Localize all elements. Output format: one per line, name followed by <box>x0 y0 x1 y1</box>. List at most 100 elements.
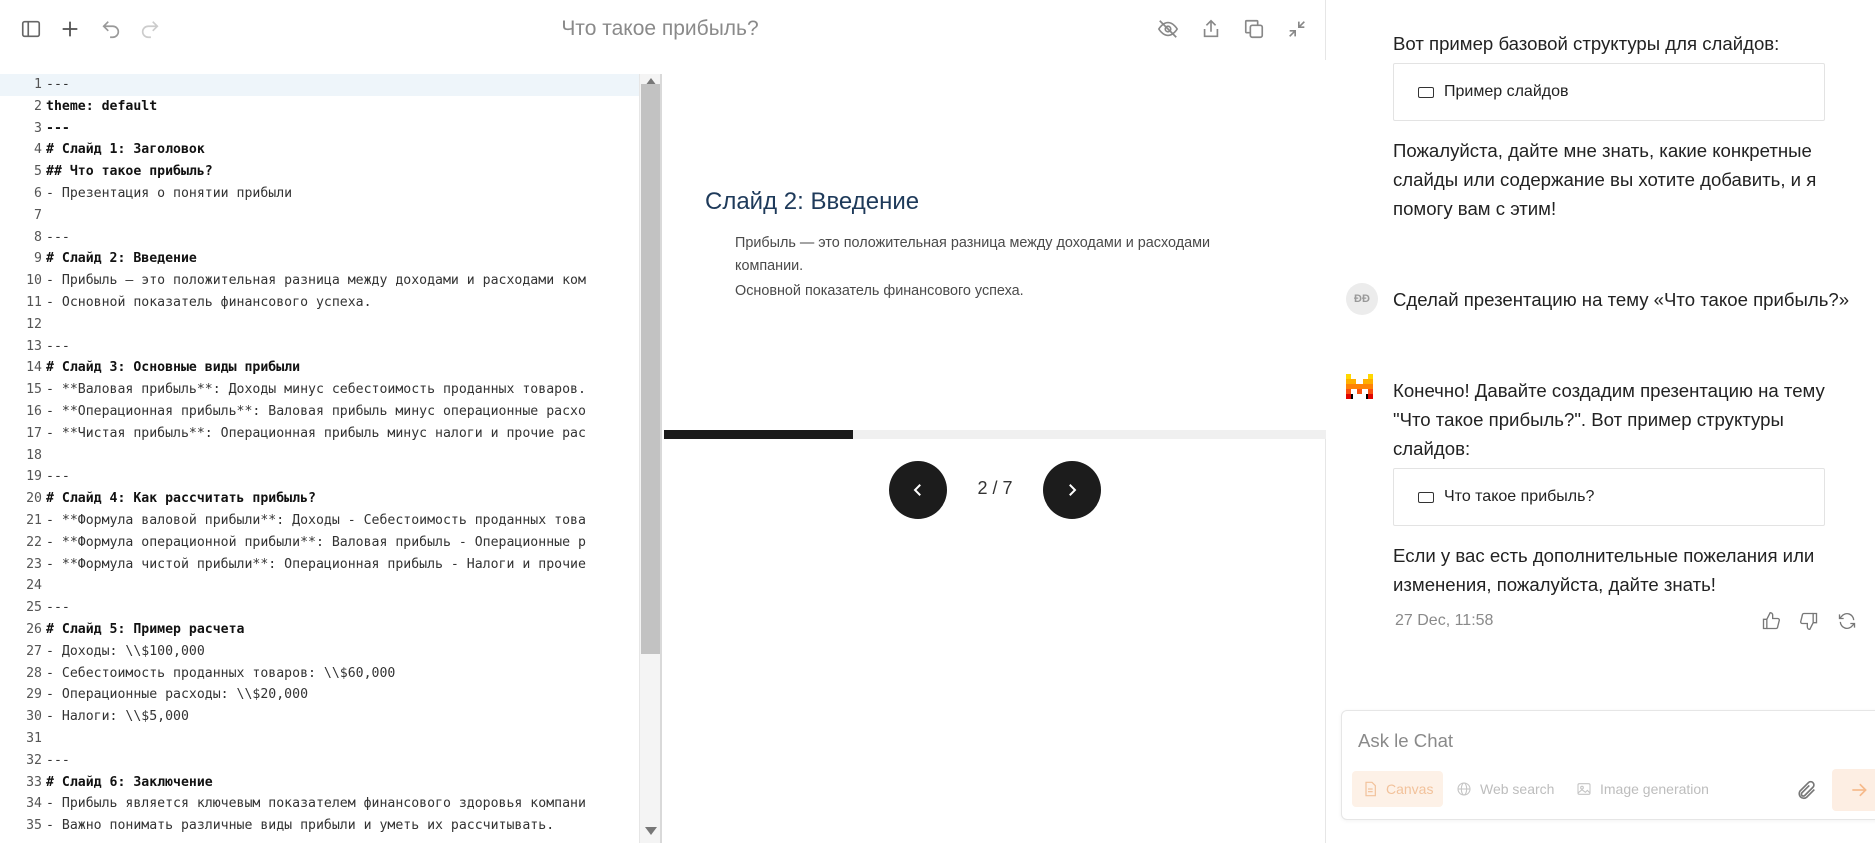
new-button[interactable] <box>55 14 85 44</box>
line-number: 27 <box>26 643 42 659</box>
code-line[interactable]: 7 <box>0 205 660 227</box>
code-line[interactable]: 17- **Чистая прибыль**: Операционная при… <box>0 423 660 445</box>
canvas-toolbar: Что такое прибыль? <box>0 0 1326 60</box>
code-text: - Себестоимость проданных товаров: \\$60… <box>46 665 396 681</box>
code-line[interactable]: 22- **Формула операционной прибыли**: Ва… <box>0 532 660 554</box>
line-number: 33 <box>26 774 42 790</box>
code-line[interactable]: 10- Прибыль — это положительная разница … <box>0 270 660 292</box>
mistral-logo-icon <box>1346 374 1378 406</box>
code-text: # Слайд 3: Основные виды прибыли <box>46 360 301 376</box>
code-text: - **Чистая прибыль**: Операционная прибы… <box>46 425 586 441</box>
code-line[interactable]: 26 # Слайд 5: Пример расчета <box>0 619 660 641</box>
code-line[interactable]: 34- Прибыль является ключевым показателе… <box>0 793 660 815</box>
line-number: 17 <box>26 425 42 441</box>
slides-icon <box>1418 86 1434 98</box>
code-line[interactable]: 4 # Слайд 1: Заголовок <box>0 139 660 161</box>
code-line[interactable]: 27- Доходы: \\$100,000 <box>0 641 660 663</box>
code-line[interactable]: 2 theme: default <box>0 96 660 118</box>
image-icon <box>1577 783 1591 795</box>
code-text: # Слайд 1: Заголовок <box>46 142 205 158</box>
line-number: 1 <box>34 77 42 92</box>
attach-button[interactable] <box>1794 777 1820 803</box>
code-line[interactable]: 12 <box>0 314 660 336</box>
code-line[interactable]: 32 --- <box>0 750 660 772</box>
code-line[interactable]: 14 # Слайд 3: Основные виды прибыли <box>0 357 660 379</box>
document-icon <box>1365 781 1376 797</box>
code-line[interactable]: 13 --- <box>0 336 660 358</box>
code-line[interactable]: 16- **Операционная прибыль**: Валовая пр… <box>0 401 660 423</box>
chat-input[interactable] <box>1342 725 1802 757</box>
code-text: - Налоги: \\$5,000 <box>46 709 189 725</box>
line-number: 30 <box>26 709 42 725</box>
image-generation-tool-button[interactable]: Image generation <box>1566 771 1719 807</box>
document-title[interactable]: Что такое прибыль? <box>460 17 860 41</box>
line-number: 23 <box>26 556 42 572</box>
artifact-card[interactable]: Пример слайдов <box>1393 63 1825 121</box>
code-line[interactable]: 35- Важно понимать различные виды прибыл… <box>0 815 660 837</box>
assistant-message-text: Конечно! Давайте создадим презентацию на… <box>1393 380 1825 459</box>
arrow-right-icon <box>1852 783 1867 797</box>
code-line[interactable]: 31 <box>0 728 660 750</box>
code-line[interactable]: 21- **Формула валовой прибыли**: Доходы … <box>0 510 660 532</box>
code-line[interactable]: 20 # Слайд 4: Как рассчитать прибыль? <box>0 488 660 510</box>
code-line[interactable]: 6- Презентация о понятии прибыли <box>0 183 660 205</box>
code-line[interactable]: 15- **Валовая прибыль**: Доходы минус се… <box>0 379 660 401</box>
redo-button[interactable] <box>135 14 165 44</box>
code-line[interactable]: 1 --- <box>0 74 660 96</box>
slide-page-indicator: 2 / 7 <box>977 478 1013 498</box>
code-line[interactable]: 25 --- <box>0 597 660 619</box>
code-line[interactable]: 11- Основной показатель финансового успе… <box>0 292 660 314</box>
line-number: 28 <box>26 665 42 681</box>
line-number: 13 <box>26 338 42 354</box>
minimize-button[interactable] <box>1282 14 1312 44</box>
send-button[interactable] <box>1832 769 1875 811</box>
sidebar-toggle-button[interactable] <box>16 14 46 44</box>
canvas-tool-button[interactable]: Canvas <box>1352 771 1444 807</box>
line-number: 29 <box>26 687 42 703</box>
scrollbar-thumb[interactable] <box>641 84 660 654</box>
slide-progress-bar <box>664 430 1326 439</box>
assistant-message-text: Вот пример базовой структуры для слайдов… <box>1393 33 1780 54</box>
web-search-tool-button[interactable]: Web search <box>1446 771 1564 807</box>
code-text: --- <box>46 229 70 245</box>
next-slide-button[interactable] <box>1043 461 1101 519</box>
chat-panel: Вот пример базовой структуры для слайдов… <box>1327 0 1875 843</box>
code-line[interactable]: 23- **Формула чистой прибыли**: Операцио… <box>0 554 660 576</box>
line-number: 20 <box>26 491 42 507</box>
undo-button[interactable] <box>96 14 126 44</box>
regenerate-button[interactable] <box>1835 609 1859 633</box>
code-line[interactable]: 9 # Слайд 2: Введение <box>0 248 660 270</box>
artifact-card[interactable]: Что такое прибыль? <box>1393 468 1825 526</box>
code-line[interactable]: 19 --- <box>0 466 660 488</box>
editor-scrollbar[interactable] <box>639 74 660 843</box>
code-line[interactable]: 8 --- <box>0 227 660 249</box>
thumbs-up-button[interactable] <box>1759 609 1783 633</box>
scroll-down-arrow-icon[interactable] <box>645 827 657 835</box>
share-button[interactable] <box>1196 14 1226 44</box>
line-number: 5 <box>34 164 42 180</box>
prev-slide-button[interactable] <box>889 461 947 519</box>
thumbs-down-button[interactable] <box>1797 609 1821 633</box>
code-line[interactable]: 3 --- <box>0 118 660 140</box>
code-line[interactable]: 30- Налоги: \\$5,000 <box>0 706 660 728</box>
code-line[interactable]: 29- Операционные расходы: \\$20,000 <box>0 684 660 706</box>
code-line[interactable]: 18 <box>0 445 660 467</box>
code-line[interactable]: 24 <box>0 575 660 597</box>
toggle-preview-button[interactable] <box>1153 14 1183 44</box>
line-number: 31 <box>26 730 42 746</box>
code-text: --- <box>46 752 70 768</box>
code-line[interactable]: 33 # Слайд 6: Заключение <box>0 772 660 794</box>
code-line[interactable]: 5 ## Что такое прибыль? <box>0 161 660 183</box>
code-text: - Основной показатель финансового успеха… <box>46 294 372 310</box>
line-number: 12 <box>26 316 42 332</box>
code-line[interactable]: 28- Себестоимость проданных товаров: \\$… <box>0 663 660 685</box>
code-text: - **Формула чистой прибыли**: Операционн… <box>46 556 586 572</box>
slide-progress-fill <box>664 430 854 439</box>
chevron-left-icon <box>913 484 921 496</box>
line-number: 24 <box>26 578 42 594</box>
code-text: - Доходы: \\$100,000 <box>46 643 205 659</box>
copy-button[interactable] <box>1239 14 1269 44</box>
code-editor[interactable]: 1 --- 2 theme: default 3 --- 4 # Слайд 1: Загол… <box>0 74 662 843</box>
line-number: 10 <box>26 273 42 289</box>
plus-icon <box>62 21 78 37</box>
